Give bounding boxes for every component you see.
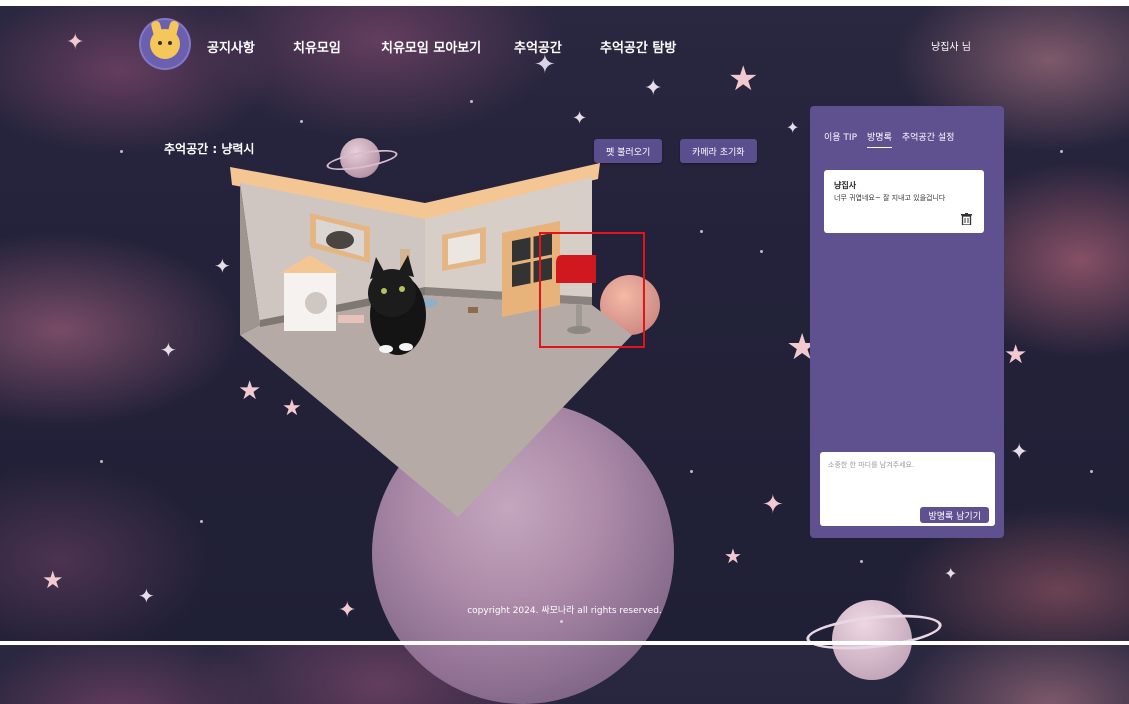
star-icon: ✦ [762,490,784,520]
star-icon: ✦ [644,76,663,101]
nav-notice[interactable]: 공지사항 [207,37,255,56]
star-dot [760,250,763,253]
nav-memory-space-explore[interactable]: 추억공간 탐방 [600,37,676,56]
star-dot [100,460,103,463]
frame-edge [0,641,1129,645]
tab-usage-tip[interactable]: 이용 TIP [824,130,857,148]
dog-eye [158,41,162,45]
dog-face-icon [150,29,180,59]
star-dot [1090,470,1093,473]
star-icon: ✦ [786,118,800,137]
star-icon: ✦ [944,564,958,583]
panel-tabs: 이용 TIP 방명록 추억공간 설정 [824,130,994,148]
star-dot [300,120,303,123]
star-icon: ★ [1004,340,1028,370]
nav-memory-space[interactable]: 추억공간 [514,37,562,56]
star-dot [700,230,703,233]
logo[interactable] [141,20,189,68]
star-dot [470,100,473,103]
trash-icon[interactable] [961,213,972,225]
star-icon: ★ [728,59,759,99]
frame-edge [0,0,1129,6]
guestbook-textarea[interactable] [826,458,990,500]
stool [338,315,364,323]
nav-healing-group-list[interactable]: 치유모임 모아보기 [381,37,481,56]
star-dot [860,560,863,563]
entry-author: 냥집사 [834,181,857,190]
submit-guestbook-button[interactable]: 방명록 남기기 [920,507,989,523]
star-icon: ★ [724,544,742,568]
star-dot [560,620,563,623]
cat-photo [326,231,354,249]
guestbook-panel: 이용 TIP 방명록 추억공간 설정 냥집사 너무 귀엽네요~ 잘 지내고 있을… [810,106,1004,538]
nav-healing-group[interactable]: 치유모임 [293,37,341,56]
reset-camera-button[interactable]: 카메라 초기화 [680,139,757,163]
star-dot [120,150,123,153]
highlight-box [539,232,645,348]
small-item [468,307,478,313]
user-greeting[interactable]: 냥집사 님 [931,38,971,53]
entry-text: 너무 귀엽네요~ 잘 지내고 있을겁니다 [834,194,946,202]
star-icon: ✦ [66,30,85,55]
guestbook-entry: 냥집사 너무 귀엽네요~ 잘 지내고 있을겁니다 [824,170,984,233]
star-dot [200,520,203,523]
guestbook-input-card: 방명록 남기기 [820,452,995,526]
star-icon: ✦ [572,108,588,129]
star-icon: ✦ [1010,440,1029,465]
star-icon: ★ [42,566,64,594]
tab-guestbook[interactable]: 방명록 [867,130,892,148]
copyright-text: copyright 2024. 싸모나라 all rights reserved… [467,606,662,616]
dog-eye [168,41,172,45]
star-icon: ✦ [160,338,177,362]
tab-space-settings[interactable]: 추억공간 설정 [902,130,955,148]
star-dot [690,470,693,473]
star-dot [1060,150,1063,153]
